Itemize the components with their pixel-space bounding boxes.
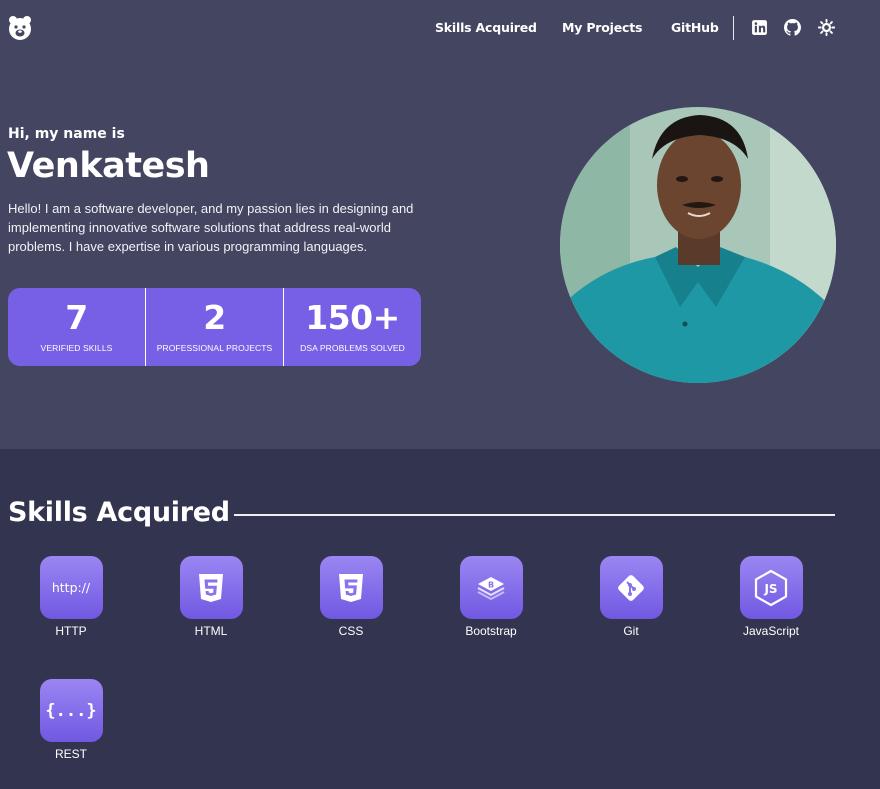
linkedin-icon[interactable] [751,19,768,36]
skill-label: REST [54,747,87,761]
nav-link-skills[interactable]: Skills Acquired [435,20,537,35]
skill-tile[interactable] [319,556,383,619]
stat-value: 7 [65,298,88,337]
stat-value: 2 [203,298,226,337]
rest-api-icon: {...} [45,700,97,721]
svg-text:JS: JS [763,582,777,596]
skill-bootstrap[interactable]: B Bootstrap [446,556,536,638]
hero-name: Venkatesh [7,146,210,186]
skill-tile[interactable]: {...} [39,679,103,742]
svg-text:B: B [488,580,494,589]
hero-bio: Hello! I am a software developer, and my… [8,201,414,254]
stat-value: 150+ [305,298,400,337]
skill-tile[interactable] [599,556,663,619]
skill-label: HTML [194,624,228,638]
theme-toggle-icon[interactable] [818,19,835,36]
css3-icon [339,573,363,602]
hero-greeting: Hi, my name is [8,126,125,142]
stat-professional-projects: 2 Professional Projects [145,288,283,366]
skill-label: JavaScript [742,624,800,638]
github-icon[interactable] [784,19,801,36]
javascript-icon: JS [754,569,788,606]
skill-css[interactable]: CSS [306,556,396,638]
stat-dsa-problems: 150+ DSA Problems Solved [283,288,421,366]
skill-tile[interactable]: http:// [39,556,103,619]
stats-card: 7 Verified Skills 2 Professional Project… [8,288,421,366]
skill-tile[interactable] [179,556,243,619]
nav-divider [733,16,734,40]
skill-label: CSS [338,624,364,638]
skill-git[interactable]: Git [586,556,676,638]
stat-label: Professional Projects [156,343,273,353]
skill-html[interactable]: HTML [166,556,256,638]
section-title: Skills Acquired [8,497,230,528]
html5-icon [199,573,223,602]
section-divider [234,514,835,516]
skill-javascript[interactable]: JS JavaScript [726,556,816,638]
nav-link-github[interactable]: GitHub [671,20,719,35]
stat-verified-skills: 7 Verified Skills [8,288,145,366]
profile-photo [560,107,836,383]
stat-label: Verified Skills [40,343,113,353]
skill-tile[interactable]: JS [739,556,803,619]
bear-logo-icon[interactable] [8,15,32,41]
skill-http[interactable]: http:// HTTP [26,556,116,638]
skill-label: HTTP [55,624,87,638]
skill-label: Bootstrap [465,624,517,638]
http-icon: http:// [51,580,91,595]
git-icon [618,574,644,601]
skill-tile[interactable]: B [459,556,523,619]
skill-rest[interactable]: {...} REST [26,679,116,761]
stat-label: DSA Problems Solved [300,343,405,353]
nav-link-projects[interactable]: My Projects [562,20,642,35]
bootstrap-icon: B [477,576,505,600]
skill-label: Git [623,624,639,638]
